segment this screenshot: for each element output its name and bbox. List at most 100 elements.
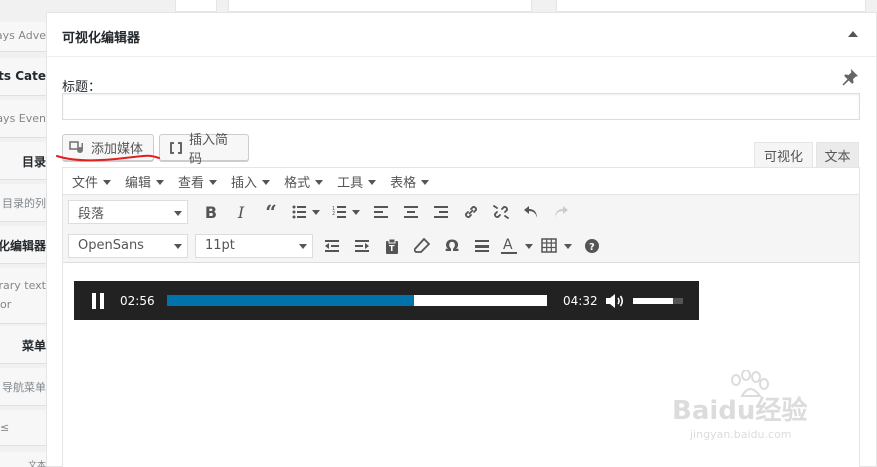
audio-progress-bar[interactable]: [167, 295, 547, 306]
current-time: 02:56: [120, 293, 155, 308]
toolbar-row-2: OpenSans 11pt T Ω A ?: [63, 229, 859, 263]
menu-label: 格式: [284, 175, 311, 191]
menu-label: 工具: [337, 175, 364, 191]
tab-text-label: 文本: [824, 149, 851, 165]
unlink-icon[interactable]: [486, 198, 516, 226]
format-select-value: 段落: [78, 206, 105, 222]
svg-text:2: 2: [332, 211, 335, 217]
audio-player: 02:56 04:32: [74, 281, 699, 320]
font-size-select[interactable]: 11pt: [195, 233, 313, 258]
volume-slider[interactable]: [633, 297, 683, 304]
menu-table[interactable]: 表格: [390, 172, 430, 191]
title-input[interactable]: [62, 93, 860, 120]
watermark-brand: Baidu经验: [672, 396, 808, 426]
sidebar-item-label: 菜单: [21, 339, 46, 353]
menu-file[interactable]: 文件: [72, 172, 112, 191]
indent-icon[interactable]: [347, 232, 377, 260]
menu-label: 文件: [72, 175, 99, 191]
svg-text:?: ?: [589, 242, 595, 253]
text-color-icon[interactable]: A: [497, 232, 537, 260]
sidebar-item-label: 目录的列: [2, 197, 46, 210]
red-annotation-underline: [56, 154, 160, 162]
sidebar-item-label: 导航菜单: [2, 381, 46, 394]
admin-sidebar: ays Adve nts Cate ays Even 目录 目录的列 化编辑器 …: [0, 0, 46, 467]
tab-visual[interactable]: 可视化: [754, 142, 813, 168]
sidebar-item[interactable]: rary text or: [0, 268, 46, 324]
redo-icon[interactable]: [546, 198, 576, 226]
widget-title: 可视化编辑器: [62, 31, 141, 46]
toolbar-row-1: 段落 B I “ 12: [63, 195, 859, 229]
sidebar-item[interactable]: 化编辑器: [0, 226, 46, 264]
menu-edit[interactable]: 编辑: [125, 172, 165, 191]
blockquote-icon[interactable]: “: [256, 198, 286, 226]
outdent-icon[interactable]: [317, 232, 347, 260]
bold-icon[interactable]: B: [196, 198, 226, 226]
sidebar-item-label: ays Adve: [0, 29, 46, 42]
special-char-icon[interactable]: Ω: [437, 232, 467, 260]
widget-edge: [556, 0, 866, 12]
pin-icon[interactable]: [840, 67, 860, 87]
sidebar-item[interactable]: 目录的列: [0, 184, 46, 222]
menu-label: 查看: [178, 175, 205, 191]
paste-text-icon[interactable]: T: [377, 232, 407, 260]
hr-icon[interactable]: [467, 232, 497, 260]
widget-edge: [175, 0, 217, 12]
font-select-value: OpenSans: [78, 238, 144, 253]
sidebar-item[interactable]: 目录: [0, 142, 46, 180]
watermark-url: jingyan.baidu.com: [690, 428, 792, 441]
format-select[interactable]: 段落: [68, 200, 188, 224]
align-right-icon[interactable]: [426, 198, 456, 226]
menu-tools[interactable]: 工具: [337, 172, 377, 191]
progress-fill: [167, 295, 414, 306]
svg-text:A: A: [503, 237, 513, 253]
numbered-list-icon[interactable]: 12: [326, 198, 366, 226]
menu-format[interactable]: 格式: [284, 172, 324, 191]
widget-header[interactable]: 可视化编辑器: [47, 13, 876, 57]
menu-label: 插入: [231, 175, 258, 191]
sidebar-item-label: or: [0, 298, 12, 311]
shortcode-icon: [169, 141, 183, 155]
collapse-arrow-icon[interactable]: [848, 31, 858, 37]
duration: 04:32: [563, 293, 598, 308]
sidebar-item-label: 化编辑器: [0, 239, 46, 253]
menu-label: 编辑: [125, 175, 152, 191]
volume-fill: [633, 297, 673, 304]
menu-view[interactable]: 查看: [178, 172, 218, 191]
clear-format-icon[interactable]: [407, 232, 437, 260]
pause-icon[interactable]: [84, 281, 120, 320]
sidebar-item-label: ays Even: [0, 112, 46, 125]
bullet-list-icon[interactable]: [286, 198, 326, 226]
sidebar-item-label: ≤: [0, 421, 10, 434]
font-family-select[interactable]: OpenSans: [68, 233, 188, 258]
sidebar-item[interactable]: ays Adve: [0, 22, 46, 52]
svg-text:T: T: [389, 244, 395, 253]
tab-text[interactable]: 文本: [816, 142, 859, 168]
volume-icon[interactable]: [605, 293, 625, 309]
italic-icon[interactable]: I: [226, 198, 256, 226]
sidebar-item-label: rary text: [0, 279, 46, 292]
sidebar-item[interactable]: nts Cate: [0, 58, 46, 96]
sidebar-item-label: 文本: [27, 461, 46, 467]
sidebar-item[interactable]: ays Even: [0, 100, 46, 138]
sidebar-item[interactable]: 导航菜单: [0, 368, 46, 406]
align-left-icon[interactable]: [366, 198, 396, 226]
size-select-value: 11pt: [205, 238, 235, 253]
menu-insert[interactable]: 插入: [231, 172, 271, 191]
insert-shortcode-button[interactable]: 插入简码: [159, 133, 249, 167]
editor-menubar: 文件 编辑 查看 插入 格式 工具 表格: [63, 168, 859, 195]
help-icon[interactable]: ?: [577, 232, 607, 260]
link-icon[interactable]: [456, 198, 486, 226]
sidebar-item[interactable]: 文本: [0, 452, 46, 467]
table-icon[interactable]: [537, 232, 577, 260]
menu-label: 表格: [390, 175, 417, 191]
sidebar-item[interactable]: 菜单: [0, 326, 46, 364]
sidebar-item-label: nts Cate: [0, 69, 46, 83]
sidebar-item-label: 目录: [21, 155, 46, 169]
sidebar-item[interactable]: ≤: [0, 410, 46, 446]
tab-visual-label: 可视化: [763, 149, 803, 165]
insert-shortcode-label: 插入简码: [189, 132, 229, 167]
widget-edge: [228, 0, 532, 12]
align-center-icon[interactable]: [396, 198, 426, 226]
undo-icon[interactable]: [516, 198, 546, 226]
baidu-watermark: Baidu经验 jingyan.baidu.com: [672, 370, 832, 450]
